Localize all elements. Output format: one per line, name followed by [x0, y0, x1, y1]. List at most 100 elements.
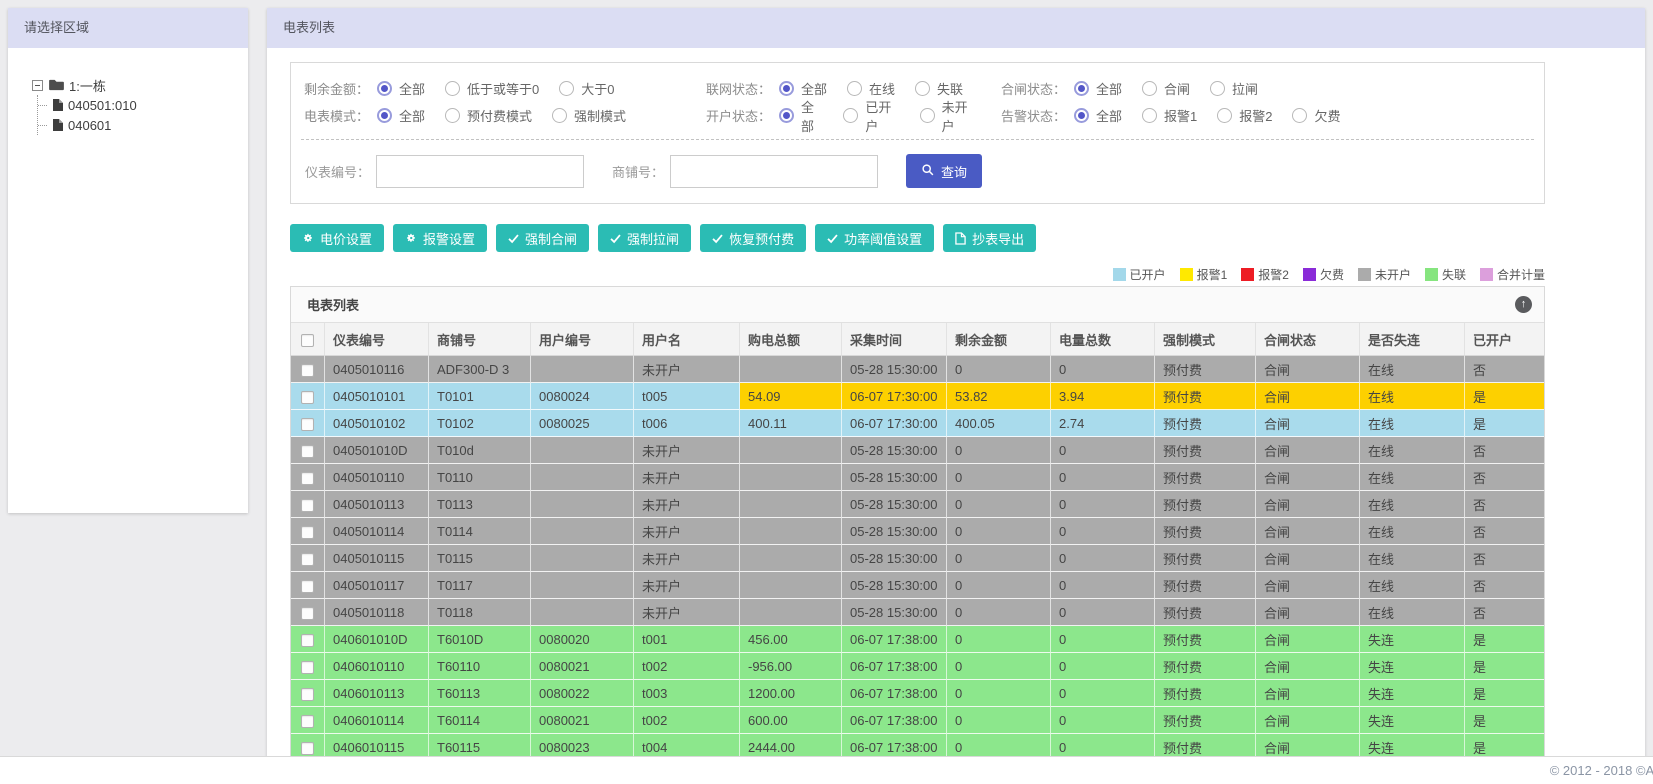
table-row: 0405010118 T0118 未开户 05-28 15:30:00 0 0 预付费 合闸在… — [291, 599, 1544, 626]
radio-option[interactable]: 报警1 — [1142, 106, 1197, 125]
radio-option-label: 全部 — [1096, 82, 1123, 97]
radio-icon[interactable] — [919, 108, 935, 123]
row-checkbox[interactable] — [301, 552, 314, 566]
row-checkbox[interactable] — [301, 471, 314, 485]
row-checkbox[interactable] — [301, 714, 314, 728]
meter-table: 仪表编号 商铺号 用户编号 用户名 购电总额 采集时间 剩余金额 电量总数 强制模式 合闸状态 是否… — [291, 323, 1544, 759]
radio-icon[interactable] — [915, 81, 931, 96]
cell: 否 — [1465, 599, 1544, 626]
radio-icon[interactable] — [1210, 81, 1226, 96]
radio-icon[interactable] — [779, 81, 794, 96]
cell: 在线 — [1360, 464, 1465, 491]
radio-icon[interactable] — [1217, 108, 1233, 123]
cell: 0 — [947, 599, 1051, 626]
radio-option-label: 报警1 — [1164, 109, 1198, 124]
radio-icon[interactable] — [1142, 108, 1158, 123]
action-button[interactable]: 功率阈值设置 — [815, 224, 935, 252]
cell: 合闸 — [1256, 599, 1360, 626]
cell — [740, 545, 842, 572]
radio-icon[interactable] — [1074, 108, 1089, 123]
shop-no-input[interactable] — [670, 154, 879, 188]
legend-label: 报警2 — [1258, 268, 1289, 282]
cell: T60114 — [429, 707, 531, 734]
radio-option[interactable]: 欠费 — [1292, 106, 1341, 125]
radio-icon[interactable] — [1074, 81, 1089, 96]
meter-no-input[interactable] — [376, 154, 585, 188]
table-row: 0406010110 T60110 0080021 t002 -956.00 06-07 … — [291, 653, 1544, 680]
radio-icon[interactable] — [552, 108, 568, 123]
cell: 未开户 — [634, 356, 740, 383]
cell: 0 — [1051, 356, 1155, 383]
tree-leaf-node[interactable]: 040501:010 — [38, 95, 248, 115]
row-checkbox[interactable] — [301, 741, 314, 755]
tree-leaf-label[interactable]: 040501:010 — [68, 98, 137, 113]
row-checkbox[interactable] — [301, 363, 314, 377]
row-checkbox[interactable] — [301, 606, 314, 620]
tree-collapse-icon[interactable] — [32, 79, 43, 91]
query-button[interactable]: 查询 — [906, 154, 983, 188]
cell — [740, 464, 842, 491]
tree-root-label[interactable]: 1:一栋 — [69, 76, 106, 95]
row-checkbox[interactable] — [301, 444, 314, 458]
tree-leaf-node[interactable]: 040601 — [38, 115, 248, 135]
cell: T0118 — [429, 599, 531, 626]
radio-option[interactable]: 全部 — [377, 79, 425, 98]
radio-option[interactable]: 全部 — [377, 106, 425, 125]
radio-option[interactable]: 未开户 — [919, 97, 976, 135]
radio-option-label: 欠费 — [1314, 109, 1341, 124]
row-checkbox[interactable] — [301, 579, 314, 593]
row-checkbox[interactable] — [301, 687, 314, 701]
cell: 06-07 17:38:00 — [842, 680, 947, 707]
action-button[interactable]: 强制拉闸 — [598, 224, 692, 252]
radio-option[interactable]: 失联 — [915, 79, 963, 98]
tree-leaf-label[interactable]: 040601 — [68, 118, 111, 133]
radio-option[interactable]: 低于或等于0 — [445, 79, 539, 98]
cell: 在线 — [1360, 491, 1465, 518]
row-checkbox[interactable] — [301, 660, 314, 674]
radio-icon[interactable] — [779, 108, 794, 123]
radio-icon[interactable] — [445, 81, 461, 96]
action-button[interactable]: 电价设置 — [290, 224, 385, 252]
cell: 05-28 15:30:00 — [842, 437, 947, 464]
radio-option[interactable]: 全部 — [779, 79, 827, 98]
radio-option[interactable]: 拉闸 — [1210, 79, 1258, 98]
radio-icon[interactable] — [377, 108, 392, 123]
row-checkbox[interactable] — [301, 498, 314, 512]
radio-option[interactable]: 预付费模式 — [445, 106, 532, 125]
row-checkbox[interactable] — [301, 525, 314, 539]
radio-icon[interactable] — [1142, 81, 1158, 96]
radio-option[interactable]: 强制模式 — [552, 106, 626, 125]
radio-option[interactable]: 全部 — [1074, 79, 1122, 98]
cell: 0405010115 — [325, 545, 429, 572]
radio-option-label: 大于0 — [581, 82, 615, 97]
file-icon — [53, 99, 63, 111]
collapse-up-icon[interactable]: ↑ — [1515, 296, 1532, 313]
radio-icon[interactable] — [847, 81, 863, 96]
radio-icon[interactable] — [445, 108, 461, 123]
action-button[interactable]: 强制合闸 — [496, 224, 590, 252]
radio-option[interactable]: 已开户 — [843, 97, 899, 135]
action-button[interactable]: 抄表导出 — [943, 224, 1037, 252]
radio-icon[interactable] — [843, 108, 859, 123]
radio-option[interactable]: 全部 — [1074, 106, 1122, 125]
radio-icon[interactable] — [559, 81, 575, 96]
radio-icon[interactable] — [1292, 108, 1308, 123]
row-checkbox[interactable] — [301, 417, 314, 431]
radio-option[interactable]: 大于0 — [559, 79, 614, 98]
row-checkbox[interactable] — [301, 633, 314, 647]
cell: 0080020 — [531, 626, 634, 653]
row-checkbox-cell — [291, 464, 325, 491]
radio-option[interactable]: 报警2 — [1217, 106, 1272, 125]
action-button[interactable]: 报警设置 — [393, 224, 488, 252]
cell: 合闸 — [1256, 356, 1360, 383]
radio-icon[interactable] — [377, 81, 392, 96]
radio-option[interactable]: 合闸 — [1142, 79, 1190, 98]
select-all-checkbox[interactable] — [301, 333, 314, 347]
tree-root-node[interactable]: 1:一栋 — [32, 75, 248, 95]
cell: 预付费 — [1155, 545, 1256, 572]
radio-option[interactable]: 在线 — [847, 79, 895, 98]
action-button[interactable]: 恢复预付费 — [700, 224, 807, 252]
row-checkbox[interactable] — [301, 390, 314, 404]
radio-option[interactable]: 全部 — [779, 97, 823, 135]
cell: 2.74 — [1051, 410, 1155, 437]
